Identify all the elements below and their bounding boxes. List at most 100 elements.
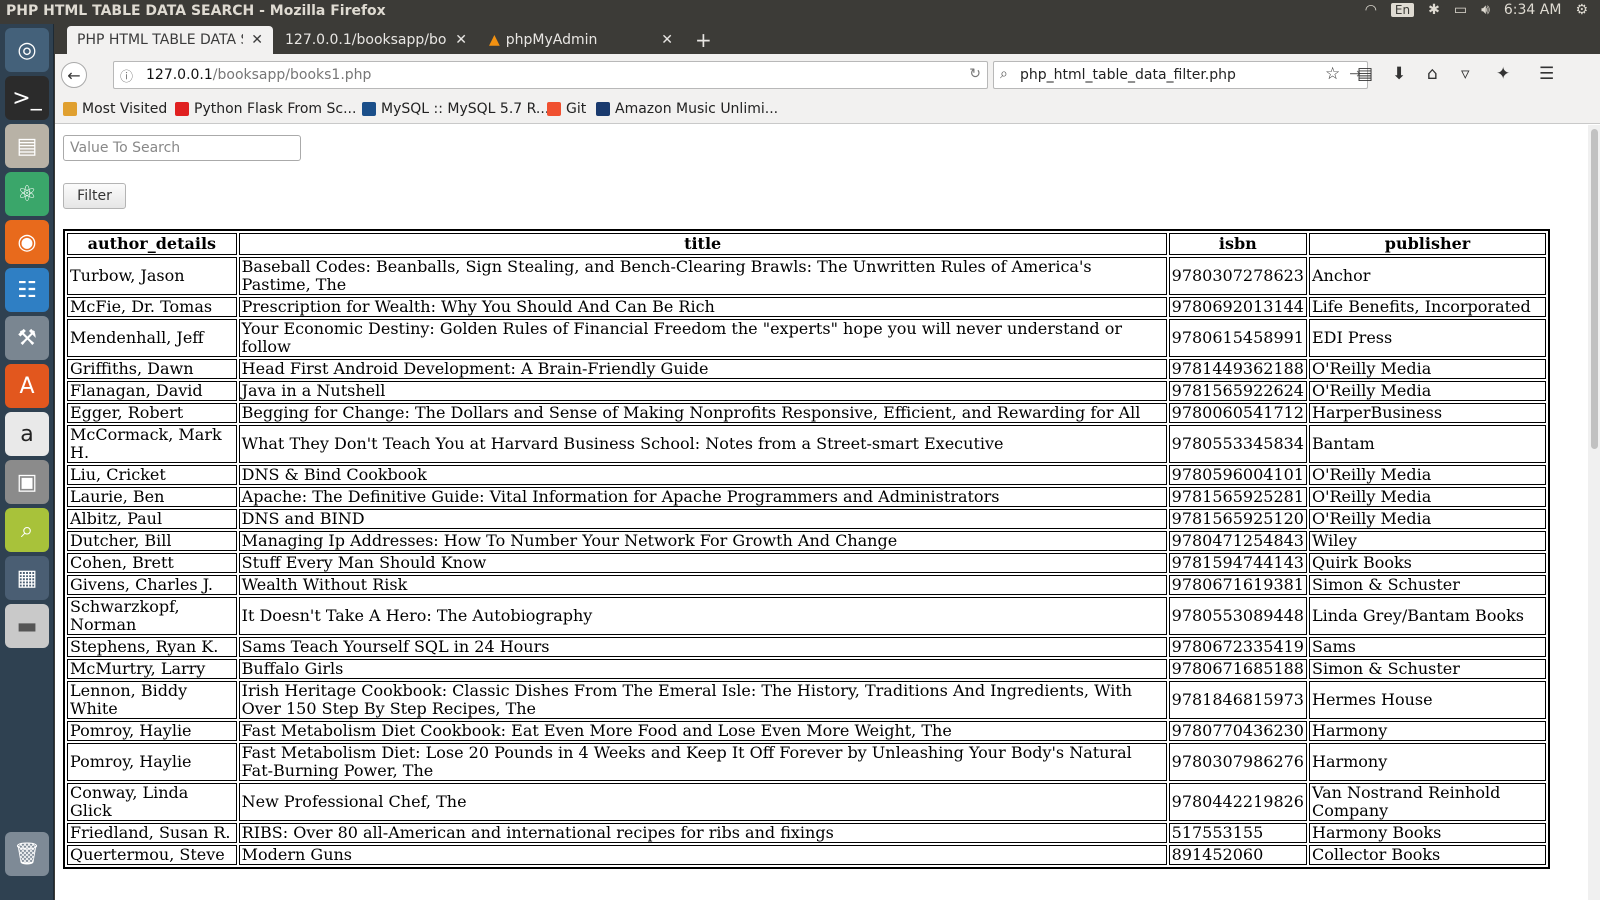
table-row: Quertermou, Steve Modern Guns 891452060 Col… [67,845,1546,865]
table-row: Schwarzkopf, Norman It Doesn't Take A Her… [67,597,1546,635]
tab-booksapp[interactable]: 127.0.0.1/booksapp/book ✕ [275,26,477,54]
reload-icon[interactable]: ↻ [969,66,981,82]
cell-title: Wealth Without Risk [238,575,1167,595]
atom-editor-icon[interactable]: ⚛ [5,172,49,216]
cell-title: Modern Guns [238,845,1167,865]
files-icon[interactable]: ▤ [5,124,49,168]
scrollbar-thumb[interactable] [1591,129,1598,449]
keyboard-layout-indicator[interactable]: En [1390,3,1415,17]
cell-isbn: 9781565925120 [1168,509,1307,529]
search-bar[interactable]: ⌕ php_html_table_data_filter.php → [993,61,1368,89]
settings-gear-icon[interactable]: ⚙ [1575,2,1588,18]
workspace-switcher-icon[interactable]: ▦ [5,556,49,600]
table-row: Friedland, Susan R. RIBS: Over 80 all-Ame… [67,823,1546,843]
system-settings-icon[interactable]: ⚒ [5,316,49,360]
cell-isbn: 9780442219826 [1168,783,1307,821]
new-tab-button[interactable]: + [695,28,712,52]
cell-publisher: Hermes House [1308,681,1546,719]
bookmark-most-visited[interactable]: Most Visited [63,101,167,117]
bookmark-amazon-music[interactable]: Amazon Music Unlimi... [596,101,778,117]
camera-icon[interactable]: ▣ [5,460,49,504]
cell-title: Begging for Change: The Dollars and Sens… [238,403,1167,423]
table-row: Albitz, Paul DNS and BIND 9781565925120 O'R… [67,509,1546,529]
reading-list-icon[interactable]: ▤ [1357,64,1373,84]
cell-isbn: 891452060 [1168,845,1307,865]
cell-title: Buffalo Girls [238,659,1167,679]
filter-button[interactable]: Filter [63,183,126,209]
tab-php-html-table[interactable]: PHP HTML TABLE DATA SE ✕ [67,26,273,54]
cell-author: Egger, Robert [67,403,237,423]
image-viewer-icon[interactable]: ⌕ [5,508,49,552]
youtube-icon [175,102,189,116]
cell-title: Irish Heritage Cookbook: Classic Dishes … [238,681,1167,719]
downloads-icon[interactable]: ⬇ [1392,64,1406,84]
hamburger-menu-icon[interactable]: ☰ [1539,64,1554,84]
search-bar-text: php_html_table_data_filter.php [1020,67,1236,83]
back-button[interactable]: ← [61,62,87,88]
close-tab-icon[interactable]: ✕ [455,32,467,48]
cell-isbn: 9780671685188 [1168,659,1307,679]
volume-icon[interactable]: 🔊︎ [1481,2,1490,18]
cell-publisher: O'Reilly Media [1308,465,1546,485]
bookmark-mysql[interactable]: MySQL :: MySQL 5.7 R... [362,101,549,117]
back-arrow-icon: ← [67,65,81,85]
bookmark-star-icon[interactable]: ☆ [1325,64,1340,84]
value-search-input[interactable] [63,135,301,161]
bluetooth-icon[interactable]: ✱ [1428,2,1440,18]
cell-title: Head First Android Development: A Brain-… [238,359,1167,379]
terminal-icon[interactable]: >_ [5,76,49,120]
close-tab-icon[interactable]: ✕ [661,32,673,48]
phpmyadmin-favicon-icon: ▲ [489,32,500,48]
cell-title: DNS and BIND [238,509,1167,529]
cell-author: Laurie, Ben [67,487,237,507]
amazon-icon[interactable]: a [5,412,49,456]
system-tray: ◠ En ✱ ▭ 🔊︎ 6:34 AM ⚙ [1365,2,1588,18]
table-header-row: author_details title isbn publisher [67,233,1546,255]
writer-document-icon[interactable]: ☷ [5,268,49,312]
folder-icon [63,102,77,116]
extension-icon[interactable]: ✦ [1496,64,1510,84]
cell-title: It Doesn't Take A Hero: The Autobiograph… [238,597,1167,635]
cell-author: Mendenhall, Jeff [67,319,237,357]
page-content: Filter author_detailstitleisbnpublisher … [55,125,1600,900]
battery-icon[interactable]: ▭ [1454,2,1467,18]
cell-isbn: 9781449362188 [1168,359,1307,379]
cell-author: Lennon, Biddy White [67,681,237,719]
firefox-icon[interactable]: ◉ [5,220,49,264]
cell-publisher: Simon & Schuster [1308,575,1546,595]
site-info-icon[interactable]: ⓘ [120,66,133,85]
cell-isbn: 9780672335419 [1168,637,1307,657]
dash-home-icon[interactable]: ◎ [5,28,49,72]
cell-author: Flanagan, David [67,381,237,401]
wifi-icon[interactable]: ◠ [1365,2,1377,18]
bookmark-python-flask[interactable]: Python Flask From Sc... [175,101,356,117]
table-body: Turbow, Jason Baseball Codes: Beanballs, … [67,257,1546,865]
drive-icon[interactable]: ▬ [5,604,49,648]
software-center-icon[interactable]: A [5,364,49,408]
cell-isbn: 9780553345834 [1168,425,1307,463]
bookmark-label: Amazon Music Unlimi... [615,101,779,117]
cell-author: McFie, Dr. Tomas [67,297,237,317]
pocket-icon[interactable]: ▿ [1461,64,1470,84]
bookmark-git[interactable]: Git [547,101,586,117]
page-scrollbar[interactable] [1588,125,1600,900]
table-row: Dutcher, Bill Managing Ip Addresses: How … [67,531,1546,551]
home-icon[interactable]: ⌂ [1427,64,1438,84]
cell-publisher: Harmony [1308,743,1546,781]
bookmark-label: MySQL :: MySQL 5.7 R... [381,101,550,117]
cell-publisher: O'Reilly Media [1308,509,1546,529]
cell-author: Dutcher, Bill [67,531,237,551]
table-row: Cohen, Brett Stuff Every Man Should Know 9… [67,553,1546,573]
cell-author: Cohen, Brett [67,553,237,573]
cell-author: McCormack, Mark H. [67,425,237,463]
table-row: McCormack, Mark H. What They Don't Teach … [67,425,1546,463]
tab-label: phpMyAdmin [505,32,598,48]
url-path: /booksapp/books1.php [212,67,372,83]
cell-publisher: Simon & Schuster [1308,659,1546,679]
tab-phpmyadmin[interactable]: ▲ phpMyAdmin ✕ [479,26,683,54]
clock[interactable]: 6:34 AM [1504,2,1562,18]
cell-publisher: Bantam [1308,425,1546,463]
close-tab-icon[interactable]: ✕ [251,32,263,48]
url-bar[interactable]: ⓘ 127.0.0.1/booksapp/books1.php ↻ [113,61,988,89]
trash-icon[interactable]: 🗑︎ [5,832,49,876]
